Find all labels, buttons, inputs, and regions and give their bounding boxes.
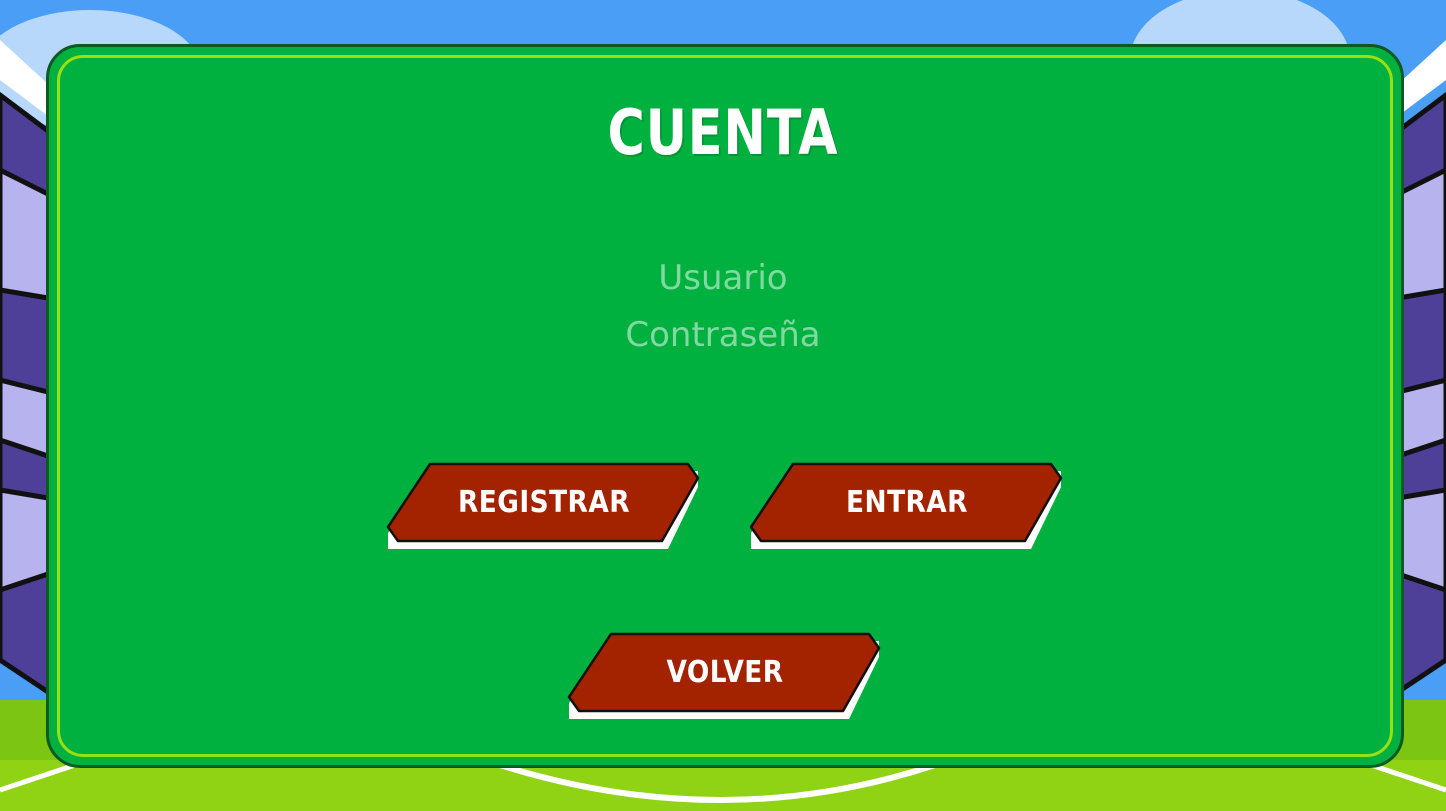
enter-button-label: ENTRAR <box>846 485 968 520</box>
register-button[interactable]: REGISTRAR <box>386 461 702 553</box>
back-button[interactable]: VOLVER <box>567 631 883 723</box>
register-button-label: REGISTRAR <box>458 485 630 520</box>
password-field[interactable] <box>523 312 923 358</box>
enter-button[interactable]: ENTRAR <box>749 461 1065 553</box>
screen-title: CUENTA <box>607 96 839 169</box>
username-field[interactable] <box>523 255 923 301</box>
back-button-label: VOLVER <box>666 655 784 690</box>
